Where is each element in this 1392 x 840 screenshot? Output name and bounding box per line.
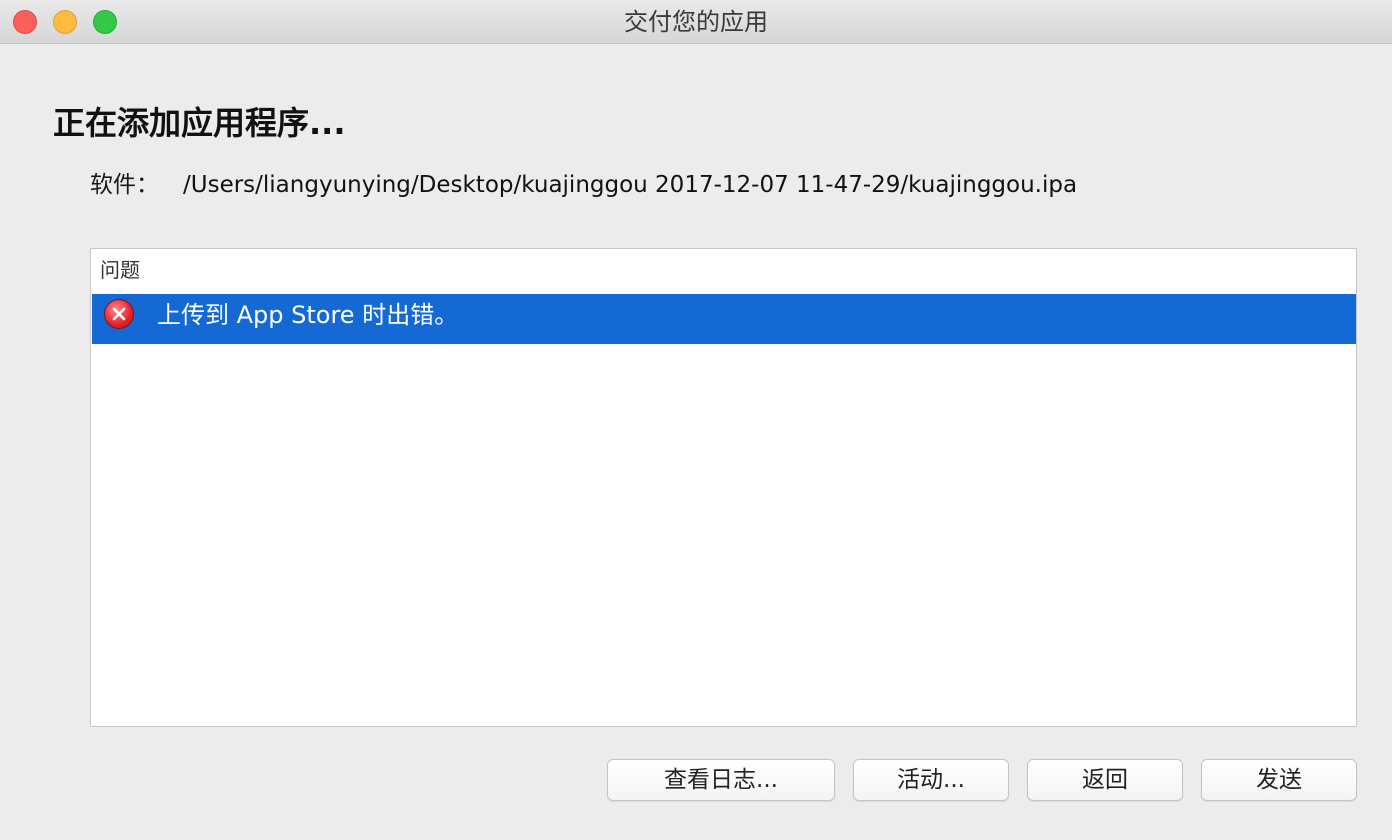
title-bar: 交付您的应用 — [0, 0, 1392, 44]
send-button[interactable]: 发送 — [1201, 759, 1357, 801]
issue-text: 上传到 App Store 时出错。 — [157, 301, 459, 329]
issues-header: 问题 — [100, 258, 140, 282]
deliver-app-window: 交付您的应用 正在添加应用程序... 软件： /Users/liangyunyi… — [0, 0, 1392, 840]
window-title: 交付您的应用 — [624, 8, 768, 36]
activity-button[interactable]: 活动... — [853, 759, 1009, 801]
page-heading: 正在添加应用程序... — [53, 104, 346, 142]
software-label: 软件： — [90, 172, 159, 198]
software-path: /Users/liangyunying/Desktop/kuajinggou 2… — [183, 172, 1078, 198]
back-button[interactable]: 返回 — [1027, 759, 1183, 801]
error-icon — [104, 299, 134, 329]
issues-list[interactable]: 问题 上传到 App Store 时出错。 — [90, 248, 1357, 727]
view-log-button[interactable]: 查看日志... — [607, 759, 835, 801]
issue-row[interactable]: 上传到 App Store 时出错。 — [92, 294, 1356, 344]
